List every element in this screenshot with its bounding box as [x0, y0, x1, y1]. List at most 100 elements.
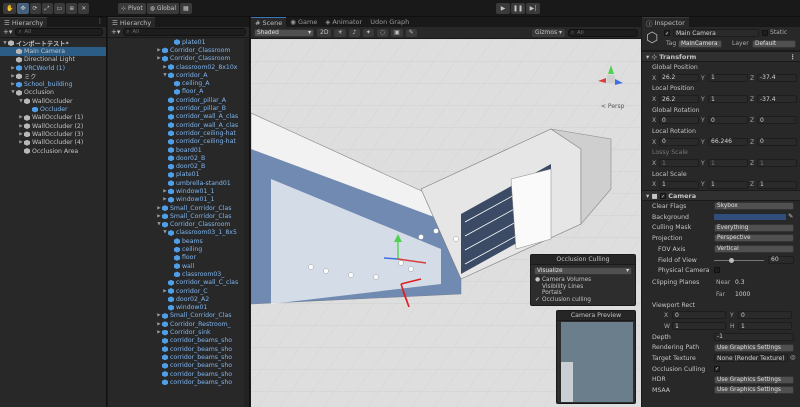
global-position-x-field[interactable]: 26.2 [659, 73, 699, 82]
local-scale-x-field[interactable]: 1 [659, 180, 699, 189]
hierarchy-row[interactable]: door02_B [108, 162, 249, 170]
viewport-y-field[interactable]: 0 [738, 311, 792, 320]
hierarchy-row[interactable]: corridor_beams_sho [108, 353, 249, 361]
expand-right-icon[interactable]: ▶ [18, 124, 24, 129]
local-scale-z-field[interactable]: 1 [757, 180, 797, 189]
hierarchy-row[interactable]: ▶ WallOccluder (4) [0, 139, 106, 147]
local-scale-y-field[interactable]: 1 [708, 180, 748, 189]
local-position-x-field[interactable]: 26.2 [659, 95, 699, 104]
hierarchy-row[interactable]: ▶ WallOccluder (2) [0, 122, 106, 130]
lossy-scale-z-field[interactable]: 1 [757, 159, 797, 168]
hierarchy-row[interactable]: ceiling [108, 245, 249, 253]
play-icon[interactable]: ▶ [496, 3, 510, 14]
hierarchy-row[interactable]: door02_B [108, 154, 249, 162]
background-color-swatch[interactable] [714, 213, 786, 220]
hierarchy2-scrollbar[interactable] [244, 39, 249, 407]
hierarchy-row[interactable]: plate01 [108, 38, 249, 46]
expand-right-icon[interactable]: ▶ [162, 197, 168, 202]
hierarchy-row[interactable]: corridor_beams_sho [108, 378, 249, 386]
occlusion-culling-checkbox[interactable] [714, 365, 720, 372]
hierarchy-row[interactable]: ▶ Corridor_Classroom [108, 55, 249, 63]
hierarchy-row[interactable]: ▶ classroom02_8x10x [108, 63, 249, 71]
hierarchy-row[interactable]: corridor_beams_sho [108, 370, 249, 378]
expand-right-icon[interactable]: ▶ [156, 313, 162, 318]
move-tool-icon[interactable]: ✥ [17, 3, 29, 14]
depth-field[interactable]: -1 [714, 332, 794, 341]
grid-snap-icon[interactable]: ▦ [180, 3, 192, 14]
hierarchy-row[interactable]: Main Camera [0, 47, 106, 56]
transform-header[interactable]: ▾ ⊹ Transform ⋮ [642, 51, 800, 62]
hierarchy-row[interactable]: Directional Light [0, 56, 106, 64]
hierarchy2-search-input[interactable]: ⌕ All [123, 28, 246, 36]
tab-inspector[interactable]: ⓘ Inspector [642, 17, 689, 28]
rotate-tool-icon[interactable]: ⟳ [29, 3, 41, 14]
global-rotation-z-field[interactable]: 0 [757, 116, 797, 125]
gizmos-button[interactable]: Gizmos ▾ [531, 28, 565, 37]
tab-hierarchy-2[interactable]: ☰ Hierarchy [108, 17, 156, 27]
hierarchy-row[interactable]: beams [108, 237, 249, 245]
hierarchy-row[interactable]: ▶ Corridor_Restroom_ [108, 320, 249, 328]
hierarchy-row[interactable]: ▶ Small_Corridor_Clas [108, 204, 249, 212]
expand-down-icon[interactable]: ▼ [162, 230, 168, 235]
add-icon[interactable]: +▾ [3, 28, 12, 36]
camera-enabled-checkbox[interactable] [659, 192, 666, 199]
hierarchy-row[interactable]: ▶ WallOccluder (1) [0, 114, 106, 122]
local-rotation-z-field[interactable]: 0 [757, 137, 797, 146]
add-icon[interactable]: +▾ [111, 28, 120, 36]
hierarchy-row[interactable]: floor_A [108, 88, 249, 96]
hidden-objects-icon[interactable]: ◌ [376, 28, 389, 37]
expand-right-icon[interactable]: ▶ [162, 189, 168, 194]
hierarchy-row[interactable]: ▼ corridor_A [108, 71, 249, 79]
expand-right-icon[interactable]: ▶ [156, 214, 162, 219]
hierarchy-row[interactable]: ▶ VRCWorld (1) [0, 64, 106, 72]
hierarchy-row[interactable]: floor [108, 254, 249, 262]
hierarchy-row[interactable]: window01 [108, 304, 249, 312]
hierarchy-row[interactable]: corridor_pillar_B [108, 104, 249, 112]
step-icon[interactable]: ▶| [526, 3, 540, 14]
hierarchy-row[interactable]: ▶ Corridor_sink [108, 328, 249, 336]
persp-label[interactable]: < Persp [601, 103, 624, 110]
expand-right-icon[interactable]: ▶ [18, 115, 24, 120]
audio-icon[interactable]: ♪ [348, 28, 360, 37]
clear-flags-dropdown[interactable]: Skybox [714, 202, 794, 211]
expand-right-icon[interactable]: ▶ [156, 322, 162, 327]
hierarchy-row[interactable]: umbrella-stand01 [108, 179, 249, 187]
hierarchy-row[interactable]: corridor_beams_sho [108, 345, 249, 353]
hierarchy-row[interactable]: Occlusion Area [0, 147, 106, 155]
expand-right-icon[interactable]: ▶ [10, 74, 16, 79]
hierarchy-row[interactable]: ceiling_A [108, 79, 249, 87]
fov-slider-track[interactable] [714, 259, 764, 261]
hierarchy-row[interactable]: ▶ WallOccluder (3) [0, 130, 106, 138]
hierarchy-row[interactable]: ▼ Occlusion [0, 89, 106, 97]
expand-right-icon[interactable]: ▶ [156, 48, 162, 53]
transform-tool-icon[interactable]: ⊕ [66, 3, 78, 14]
projection-dropdown[interactable]: Perspective [714, 234, 794, 243]
expand-right-icon[interactable]: ▶ [18, 132, 24, 137]
hierarchy-row[interactable]: ▶ Small_Corridor_Clas [108, 312, 249, 320]
fov-axis-dropdown[interactable]: Vertical [714, 245, 794, 253]
expand-right-icon[interactable]: ▶ [162, 289, 168, 294]
expand-right-icon[interactable]: ▶ [156, 330, 162, 335]
lossy-scale-y-field[interactable]: 1 [708, 159, 748, 168]
hierarchy-row[interactable]: corridor_wall_C_clas [108, 279, 249, 287]
hierarchy-row[interactable]: ▼ Corridor_Classroom [108, 221, 249, 229]
msaa-dropdown[interactable]: Use Graphics Settings [714, 386, 794, 395]
hierarchy-row[interactable]: corridor_beams_sho [108, 337, 249, 345]
expand-down-icon[interactable]: ▼ [156, 222, 162, 227]
lighting-icon[interactable]: ☀ [334, 28, 346, 37]
hierarchy-row[interactable]: corridor_pillar_A [108, 96, 249, 104]
hierarchy-row[interactable]: plate01 [108, 171, 249, 179]
shading-dropdown[interactable]: Shaded ▾ [254, 28, 314, 37]
expand-down-icon[interactable]: ▼ [2, 41, 8, 46]
local-position-y-field[interactable]: 1 [708, 95, 748, 104]
hierarchy-row[interactable]: corridor_ceiling-hat [108, 138, 249, 146]
hierarchy-row[interactable]: ▶ window01_1 [108, 196, 249, 204]
tab-animator[interactable]: ◈ Animator [321, 17, 367, 27]
local-position-z-field[interactable]: -37.4 [757, 95, 797, 104]
mode-2d-button[interactable]: 2D [317, 28, 332, 37]
camera-header[interactable]: ▾ ■ Camera [642, 190, 800, 202]
visualize-dropdown[interactable]: Visualize ▾ [534, 267, 632, 275]
expand-right-icon[interactable]: ▶ [162, 65, 168, 70]
hierarchy-row[interactable]: Occluder [0, 105, 106, 113]
hierarchy-row[interactable]: ▶ Corridor_Classroom [108, 46, 249, 54]
